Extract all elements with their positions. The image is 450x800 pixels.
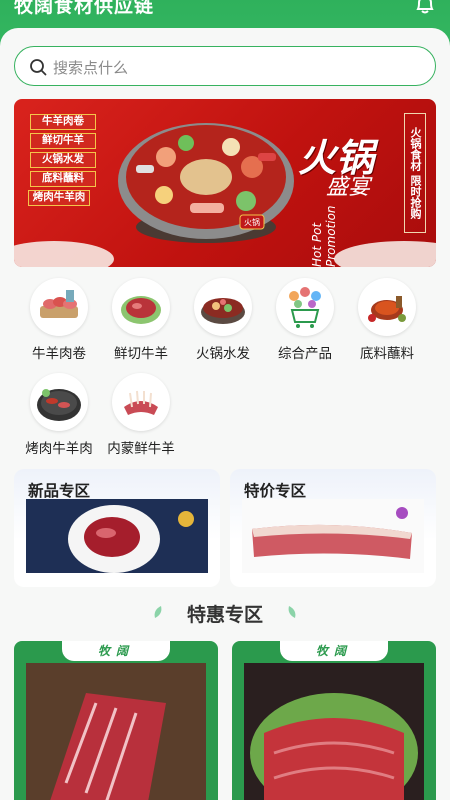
zone-image xyxy=(242,499,424,573)
zone-title: 新品专区 xyxy=(28,482,91,500)
category-item[interactable]: 烤肉牛羊肉 xyxy=(18,373,100,461)
cloud-decoration xyxy=(334,241,436,267)
search-placeholder: 搜索点什么 xyxy=(53,59,129,77)
app-title: 牧阔食材供应链 xyxy=(14,0,155,17)
banner-tag: 鲜切牛羊 xyxy=(30,133,96,149)
product-card[interactable]: 牧阔 xyxy=(14,641,218,800)
pot-badge-text: 火锅 xyxy=(244,217,260,227)
new-products-zone[interactable]: 新品专区 xyxy=(14,469,220,587)
category-item[interactable]: 鲜切牛羊 xyxy=(100,278,182,366)
banner-tag: 烤肉牛羊肉 xyxy=(28,190,90,206)
lamb-rack-icon xyxy=(112,373,170,431)
banner-tag: 火锅水发 xyxy=(30,152,96,168)
banner-tag: 牛羊肉卷 xyxy=(30,114,96,130)
search-input[interactable]: 搜索点什么 xyxy=(14,46,436,86)
category-item[interactable]: 底料蘸料 xyxy=(346,278,428,366)
category-item[interactable]: 内蒙鲜牛羊 xyxy=(100,373,182,461)
banner-tag-list: 牛羊肉卷 鲜切牛羊 火锅水发 底料蘸料 烤肉牛羊肉 xyxy=(28,114,96,206)
special-price-zone[interactable]: 特价专区 xyxy=(230,469,436,587)
banner-vertical-text: 火锅食材 限时抢购 xyxy=(404,113,426,233)
meat-roll-icon xyxy=(30,278,88,336)
bbq-icon xyxy=(30,373,88,431)
fresh-meat-icon xyxy=(112,278,170,336)
category-item[interactable]: 火锅水发 xyxy=(182,278,264,366)
product-card[interactable]: 牧阔 xyxy=(232,641,436,800)
product-brand: 牧阔 xyxy=(62,641,170,661)
sauce-icon xyxy=(358,278,416,336)
zone-title: 特价专区 xyxy=(244,482,307,500)
section-title: 特惠专区 xyxy=(186,604,263,626)
category-label: 内蒙鲜牛羊 xyxy=(107,441,175,457)
banner-tag: 底料蘸料 xyxy=(30,171,96,187)
hotpot-illustration: 火锅 xyxy=(118,123,294,243)
leaf-decoration-icon xyxy=(288,606,296,618)
cloud-decoration xyxy=(14,241,114,267)
search-icon xyxy=(30,59,47,76)
banner-english: Hot Pot Promotion xyxy=(310,205,338,267)
bell-icon[interactable] xyxy=(414,0,436,14)
product-image xyxy=(244,663,424,800)
hotpot-icon xyxy=(194,278,252,336)
zone-image xyxy=(26,499,208,573)
category-label: 烤肉牛羊肉 xyxy=(25,441,93,457)
category-label: 牛羊肉卷 xyxy=(32,346,86,362)
category-item[interactable]: 牛羊肉卷 xyxy=(18,278,100,366)
category-item[interactable]: 综合产品 xyxy=(264,278,346,366)
category-label: 综合产品 xyxy=(278,346,332,362)
promo-banner[interactable]: 牛羊肉卷 鲜切牛羊 火锅水发 底料蘸料 烤肉牛羊肉 火锅 火锅 盛宴 Hot P… xyxy=(14,99,436,267)
category-label: 底料蘸料 xyxy=(360,346,414,362)
product-brand: 牧阔 xyxy=(280,641,388,661)
product-image xyxy=(26,663,206,800)
category-label: 火锅水发 xyxy=(196,346,250,362)
cart-icon xyxy=(276,278,334,336)
category-label: 鲜切牛羊 xyxy=(114,346,168,362)
